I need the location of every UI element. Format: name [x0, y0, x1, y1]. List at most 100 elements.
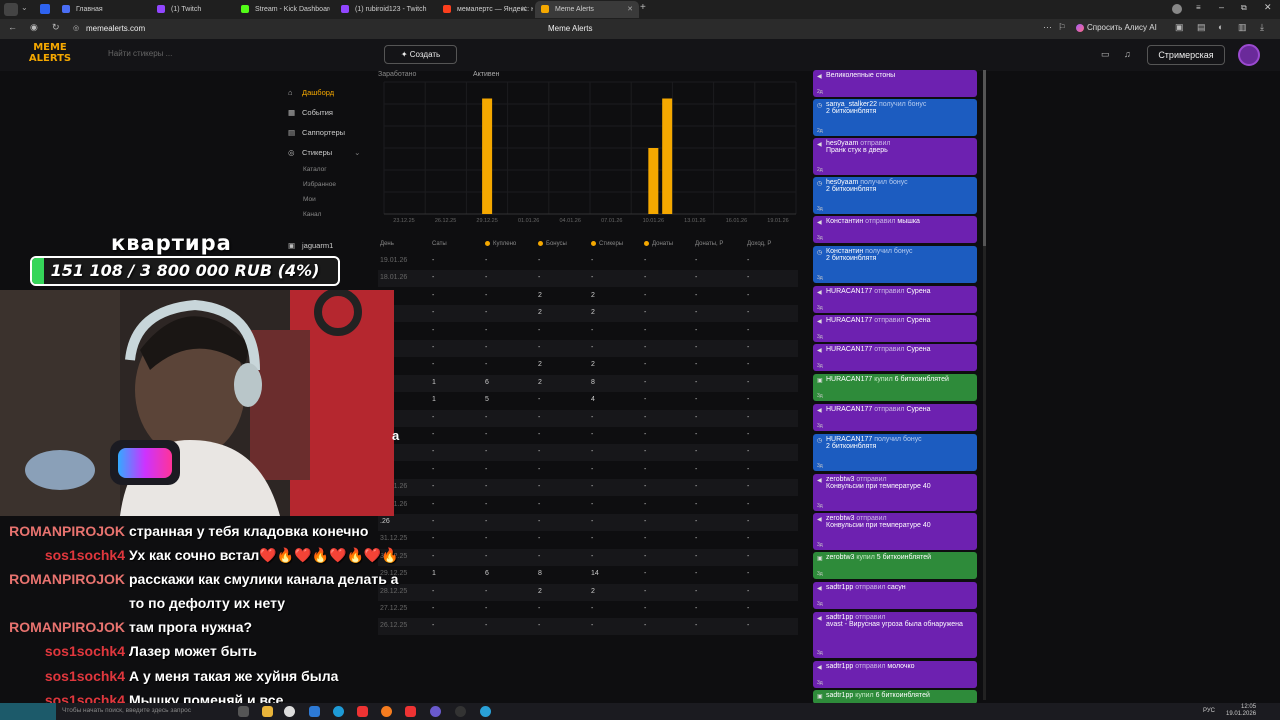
feed-username[interactable]: hes0yaam [826, 179, 858, 186]
chat-icon[interactable]: ▭ [1101, 49, 1110, 60]
more-icon[interactable]: ⋯ [1043, 22, 1052, 33]
feed-item[interactable]: ▣ sadtr1pp купил 6 биткоинблятей [813, 690, 977, 704]
feed-username[interactable]: HURACAN177 [826, 317, 872, 324]
browser-icon[interactable] [333, 706, 344, 717]
new-tab-button[interactable]: + [640, 2, 646, 13]
col-day[interactable]: День [380, 241, 394, 247]
feed-username[interactable]: sadtr1pp [826, 663, 853, 670]
yandex-icon[interactable] [357, 706, 368, 717]
tab-actions-icon[interactable] [4, 3, 18, 16]
col-sats[interactable]: Саты [432, 241, 447, 247]
feed-item[interactable]: ◀ Константин отправил мышка 3д [813, 216, 977, 243]
feed-item[interactable]: ◀ zerobtw3 отправил Конвульсии при темпера… [813, 513, 977, 550]
explorer-icon[interactable] [262, 706, 273, 717]
feed-item[interactable]: ◀ Великолепные стоны 2д [813, 70, 977, 97]
feed-username[interactable]: HURACAN177 [826, 406, 872, 413]
back-icon[interactable]: ← [8, 22, 17, 32]
maximize-icon[interactable]: ⧉ [1241, 3, 1247, 13]
browser-tab[interactable]: Главная [56, 1, 144, 18]
nav-events[interactable]: ▦ События [288, 108, 333, 117]
feed-item[interactable]: ▣ HURACAN177 купил 6 биткоинблятей 3д [813, 374, 977, 401]
create-button[interactable]: ✦ Создать [384, 45, 457, 64]
feed-username[interactable]: zerobtw3 [826, 515, 854, 522]
sticker-search-input[interactable]: Найти стикеры ... [108, 49, 172, 58]
window-menu-icon[interactable]: ≡ [1196, 3, 1201, 12]
telegram-icon[interactable] [480, 706, 491, 717]
avatar[interactable] [1238, 44, 1260, 66]
security-icon[interactable]: ◉ [30, 22, 38, 33]
col-donations[interactable]: Донаты [644, 241, 673, 247]
feed-item[interactable]: ◀ sadtr1pp отправил avast - Вирусная угроз… [813, 612, 977, 658]
feed-username[interactable]: HURACAN177 [826, 288, 872, 295]
feed-username[interactable]: sadtr1pp [826, 584, 853, 591]
feed-item[interactable]: ◀ hes0yaam отправил Пранк стук в дверь 2д [813, 138, 977, 175]
tab-list-icon[interactable]: ⌄ [21, 3, 28, 12]
browser-tab[interactable]: (1) Twitch [151, 1, 229, 18]
feed-username[interactable]: HURACAN177 [826, 346, 872, 353]
chart-bar[interactable] [648, 148, 659, 214]
memealerts-logo[interactable]: MEME ALERTS [28, 42, 72, 68]
yandex-browser-icon[interactable] [405, 706, 416, 717]
url-field[interactable]: memealerts.com [86, 24, 145, 33]
col-stickers[interactable]: Стикеры [591, 241, 623, 247]
minimize-icon[interactable]: – [1219, 2, 1224, 12]
feed-item[interactable]: ▣ zerobtw3 купил 5 биткоинблятей 3д [813, 552, 977, 579]
bookmark-icon[interactable]: ⚐ [1058, 22, 1066, 33]
feed-username[interactable]: HURACAN177 [826, 376, 872, 383]
feed-username[interactable]: Константин [826, 218, 863, 225]
col-bought[interactable]: Куплено [485, 241, 516, 247]
col-income-rub[interactable]: Доход, Р [747, 241, 771, 247]
feed-item[interactable]: ◷ sanya_stalker22 получил бонус 2 биткоинб… [813, 99, 977, 136]
chart-bar[interactable] [482, 98, 493, 215]
subnav-catalog[interactable]: Каталог [303, 166, 327, 173]
browser-tab[interactable]: Meme Alerts ✕ [535, 1, 639, 18]
feed-item[interactable]: ◷ hes0yaam получил бонус 2 биткоинблятя 3д [813, 177, 977, 214]
feed-username[interactable]: zerobtw3 [826, 476, 854, 483]
feed-item[interactable]: ◀ sadtr1pp отправил молочко 3д [813, 661, 977, 688]
feed-item[interactable]: ◀ zerobtw3 отправил Конвульсии при темпера… [813, 474, 977, 511]
firefox-icon[interactable] [381, 706, 392, 717]
feed-item[interactable]: ◷ Константин получил бонус 2 биткоинблятя 3… [813, 246, 977, 283]
app-icon[interactable] [284, 706, 295, 717]
alice-button[interactable]: Спросить Алису AI [1076, 23, 1157, 32]
site-info-icon[interactable]: ◎ [73, 24, 79, 32]
col-bonuses[interactable]: Бонусы [538, 241, 567, 247]
nav-dashboard[interactable]: ⌂ Дашборд [288, 88, 334, 97]
nav-stickers[interactable]: ◎ Стикеры ⌄ [288, 148, 360, 157]
close-window-icon[interactable]: ✕ [1264, 2, 1272, 13]
browser-tab[interactable]: (1) rubiroid123 - Twitch [335, 1, 431, 18]
feed-username[interactable]: hes0yaam [826, 140, 858, 147]
translate-icon[interactable]: ◐ [1218, 22, 1223, 32]
obs-icon[interactable] [455, 706, 466, 717]
reader-icon[interactable]: ▣ [1175, 22, 1184, 33]
subnav-channel[interactable]: Канал [303, 211, 321, 218]
feed-username[interactable]: zerobtw3 [826, 554, 854, 561]
browser-tab[interactable]: мемалертс — Яндекс: на ✕ [437, 1, 533, 18]
start-button[interactable] [0, 703, 56, 720]
feed-username[interactable]: sadtr1pp [826, 692, 853, 699]
edge-icon[interactable] [309, 706, 320, 717]
feed-username[interactable]: sanya_stalker22 [826, 101, 877, 108]
feed-item[interactable]: ◷ HURACAN177 получил бонус 2 биткоинблятя 3… [813, 434, 977, 471]
profile-icon[interactable] [1172, 4, 1182, 14]
download-icon[interactable]: ⤓ [1260, 22, 1264, 33]
feed-item[interactable]: ◀ HURACAN177 отправил Сурена 3д [813, 404, 977, 431]
subnav-favorites[interactable]: Избранное [303, 181, 336, 188]
feed-username[interactable]: sadtr1pp [826, 614, 853, 621]
feed-scrollbar-thumb[interactable] [983, 70, 986, 246]
pinned-tab-icon[interactable] [40, 4, 50, 14]
feed-item[interactable]: ◀ HURACAN177 отправил Сурена 3д [813, 315, 977, 342]
col-donations-rub[interactable]: Донаты, Р [695, 241, 723, 247]
taskbar-search-input[interactable]: Чтобы начать поиск, введите здесь запрос [62, 707, 191, 714]
language-indicator[interactable]: РУС [1203, 708, 1215, 714]
task-view-icon[interactable] [238, 706, 249, 717]
close-tab-icon[interactable]: ✕ [627, 1, 633, 18]
taskbar-clock[interactable]: 12:05 19.01.2026 [1226, 704, 1256, 718]
collections-icon[interactable]: ▥ [1238, 22, 1247, 33]
feed-item[interactable]: ◀ HURACAN177 отправил Сурена 3д [813, 286, 977, 313]
feed-item[interactable]: ◀ HURACAN177 отправил Сурена 3д [813, 344, 977, 371]
feed-item[interactable]: ◀ sadtr1pp отправил сасун 3д [813, 582, 977, 609]
feed-username[interactable]: Константин [826, 248, 863, 255]
discord-icon[interactable] [430, 706, 441, 717]
feed-username[interactable]: HURACAN177 [826, 436, 872, 443]
